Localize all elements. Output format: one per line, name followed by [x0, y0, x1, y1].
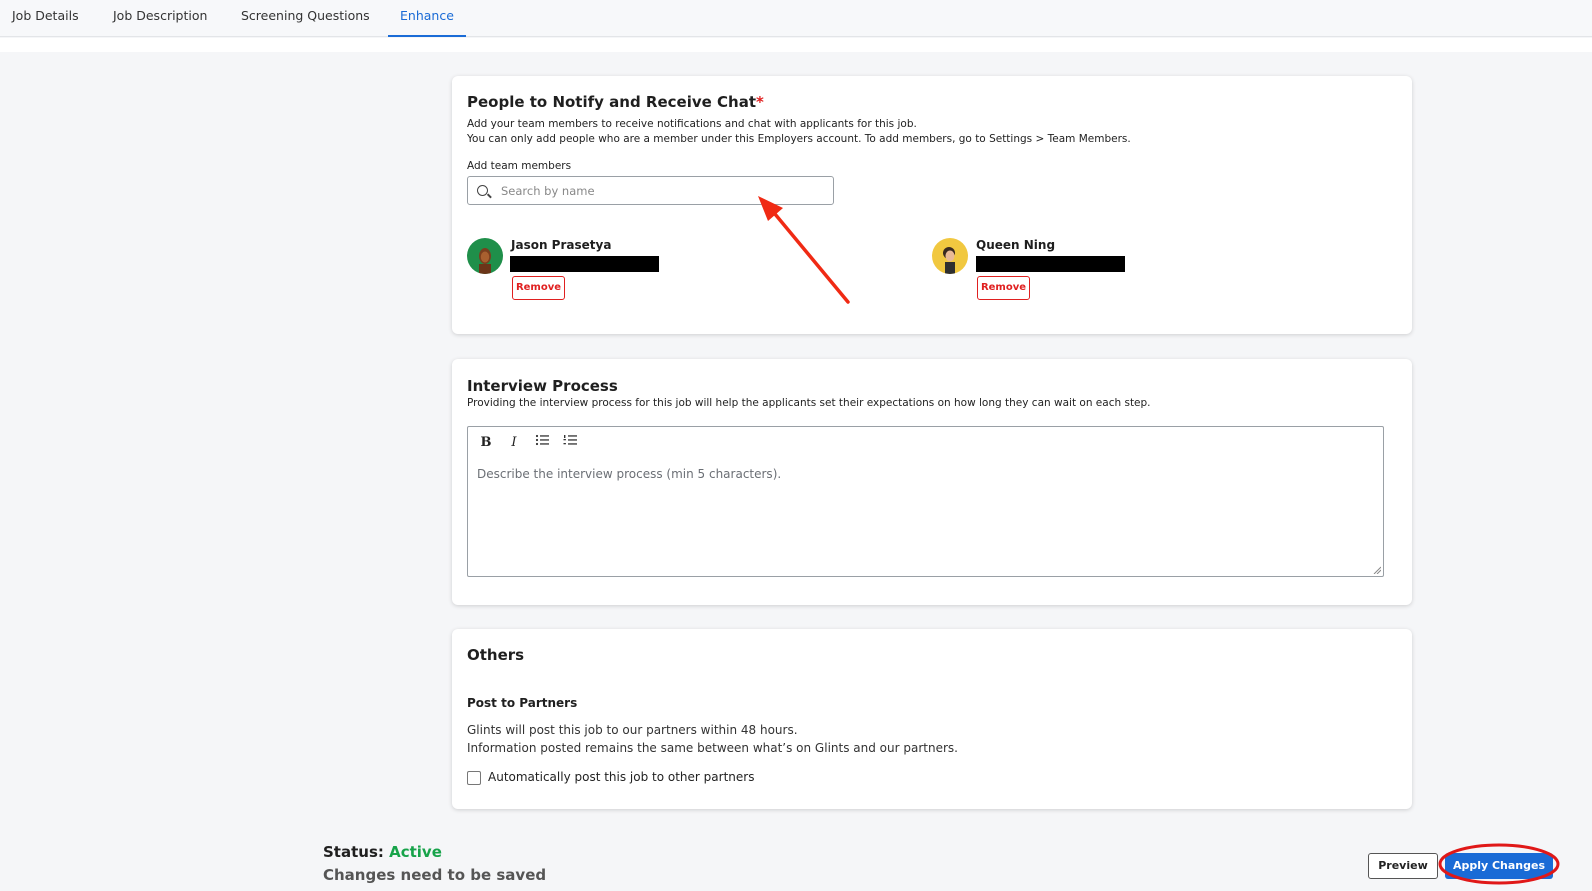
- person-avatar-icon: [479, 248, 491, 274]
- add-team-members-label: Add team members: [467, 160, 572, 172]
- post-to-partners-title: Post to Partners: [467, 696, 578, 710]
- job-status: Status: Active: [323, 843, 442, 861]
- italic-button[interactable]: I: [504, 433, 524, 453]
- required-mark: *: [755, 93, 764, 111]
- auto-post-checkbox[interactable]: [467, 771, 481, 785]
- others-title: Others: [467, 646, 525, 664]
- numbered-list-button[interactable]: [560, 433, 580, 453]
- tab-screening-questions[interactable]: Screening Questions: [241, 0, 370, 37]
- search-icon: [477, 185, 488, 196]
- status-label: Status:: [323, 843, 384, 861]
- partners-info-2: Information posted remains the same betw…: [467, 741, 958, 755]
- interview-title: Interview Process: [467, 377, 618, 395]
- notify-description-2: You can only add people who are a member…: [467, 133, 1131, 145]
- status-value: Active: [389, 843, 442, 861]
- numbered-list-icon: [563, 435, 577, 445]
- notify-card: People to Notify and Receive Chat* Add y…: [452, 76, 1412, 334]
- notify-title-text: People to Notify and Receive Chat: [467, 93, 756, 111]
- team-member-search[interactable]: [467, 176, 834, 205]
- apply-changes-button[interactable]: Apply Changes: [1445, 853, 1553, 879]
- unsaved-changes-note: Changes need to be saved: [323, 866, 547, 884]
- tab-job-details[interactable]: Job Details: [12, 0, 79, 37]
- tab-bar: Job Details Job Description Screening Qu…: [0, 0, 1592, 37]
- search-input[interactable]: [501, 177, 821, 204]
- tab-job-description[interactable]: Job Description: [113, 0, 207, 37]
- bold-button[interactable]: B: [476, 433, 496, 453]
- interview-card: Interview Process Providing the intervie…: [452, 359, 1412, 605]
- redacted-email: [976, 256, 1125, 272]
- redacted-email: [510, 256, 659, 272]
- member-name: Queen Ning: [976, 238, 1056, 252]
- interview-editor[interactable]: B I Describe the interview process (min …: [467, 426, 1384, 577]
- auto-post-label[interactable]: Automatically post this job to other par…: [488, 770, 754, 784]
- interview-description: Providing the interview process for this…: [467, 397, 1151, 409]
- avatar-queen-ning: [932, 238, 968, 274]
- header-spacer: [0, 38, 1592, 52]
- remove-member-button[interactable]: Remove: [512, 276, 565, 300]
- remove-member-button[interactable]: Remove: [977, 276, 1030, 300]
- person-avatar-icon: [943, 247, 955, 274]
- others-card: Others Post to Partners Glints will post…: [452, 629, 1412, 809]
- bullet-list-icon: [535, 434, 549, 446]
- editor-placeholder: Describe the interview process (min 5 ch…: [477, 467, 782, 481]
- member-name: Jason Prasetya: [511, 238, 612, 252]
- tab-enhance[interactable]: Enhance: [388, 0, 466, 37]
- partners-info-1: Glints will post this job to our partner…: [467, 723, 798, 737]
- bullet-list-button[interactable]: [532, 433, 552, 453]
- notify-description-1: Add your team members to receive notific…: [467, 118, 917, 130]
- avatar-jason-prasetya: [467, 238, 503, 274]
- preview-button[interactable]: Preview: [1368, 853, 1438, 879]
- resize-handle-icon[interactable]: [1373, 566, 1381, 574]
- notify-title: People to Notify and Receive Chat*: [467, 93, 764, 111]
